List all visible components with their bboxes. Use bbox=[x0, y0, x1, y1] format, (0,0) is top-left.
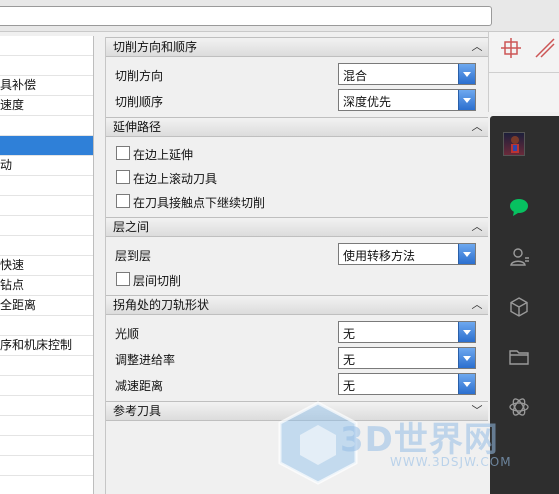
checkbox-label: 在边上延伸 bbox=[133, 148, 194, 162]
section-header-between-levels[interactable]: 层之间 ︿ bbox=[106, 217, 488, 237]
dropdown-arrow-icon[interactable] bbox=[458, 64, 475, 84]
section-body-cut-direction: 切削方向 混合 切削顺序 深度优先 bbox=[106, 57, 488, 117]
checkbox-box[interactable] bbox=[116, 146, 130, 160]
tree-row[interactable] bbox=[0, 176, 93, 196]
checkbox-label: 在边上滚动刀具 bbox=[133, 172, 218, 186]
viewport-toolbar bbox=[488, 32, 559, 112]
cut-direction-select[interactable]: 混合 bbox=[338, 63, 476, 85]
dropdown-arrow-icon[interactable] bbox=[458, 374, 475, 394]
folder-icon[interactable] bbox=[508, 346, 530, 368]
dropdown-arrow-icon[interactable] bbox=[458, 244, 475, 264]
feed-rate-select[interactable]: 无 bbox=[338, 347, 476, 369]
section-title: 拐角处的刀轨形状 bbox=[113, 298, 210, 312]
continue-cut-below-contact-checkbox[interactable]: 在刀具接触点下继续切削 bbox=[106, 189, 488, 213]
slowdown-label: 减速距离 bbox=[115, 379, 164, 393]
smooth-label: 光顺 bbox=[115, 327, 140, 341]
level-to-level-select[interactable]: 使用转移方法 bbox=[338, 243, 476, 265]
tree-row[interactable] bbox=[0, 116, 93, 136]
tree-row[interactable] bbox=[0, 416, 93, 436]
cut-order-row: 切削顺序 深度优先 bbox=[106, 87, 488, 113]
tree-row[interactable] bbox=[0, 316, 93, 336]
section-header-extend-path[interactable]: 延伸路径 ︿ bbox=[106, 117, 488, 137]
tree-row[interactable] bbox=[0, 456, 93, 476]
section-body-corner-shape: 光顺 无 调整进给率 无 减速距离 无 bbox=[106, 315, 488, 401]
tree-row[interactable] bbox=[0, 216, 93, 236]
tree-row[interactable]: 序和机床控制 bbox=[0, 336, 93, 356]
line-icon[interactable] bbox=[533, 36, 557, 60]
select-value: 无 bbox=[343, 327, 356, 341]
tree-row[interactable] bbox=[0, 36, 93, 56]
tree-row[interactable] bbox=[0, 56, 93, 76]
feed-rate-row: 调整进给率 无 bbox=[106, 345, 488, 371]
section-header-cut-direction[interactable]: 切削方向和顺序 ︿ bbox=[106, 37, 488, 57]
tree-row[interactable]: 钻点 bbox=[0, 276, 93, 296]
feed-rate-label: 调整进给率 bbox=[115, 353, 176, 367]
top-bar bbox=[0, 0, 559, 32]
dropdown-arrow-icon[interactable] bbox=[458, 322, 475, 342]
collapse-icon[interactable]: ︿ bbox=[469, 297, 485, 313]
cut-order-select[interactable]: 深度优先 bbox=[338, 89, 476, 111]
select-value: 无 bbox=[343, 379, 356, 393]
interlevel-cut-checkbox[interactable]: 层间切削 bbox=[106, 267, 488, 291]
dropdown-arrow-icon[interactable] bbox=[458, 348, 475, 368]
tree-row[interactable] bbox=[0, 136, 93, 156]
select-value: 混合 bbox=[343, 69, 368, 83]
tree-row[interactable] bbox=[0, 236, 93, 256]
section-header-corner-shape[interactable]: 拐角处的刀轨形状 ︿ bbox=[106, 295, 488, 315]
cut-direction-label: 切削方向 bbox=[115, 69, 164, 83]
tree-row[interactable]: 动 bbox=[0, 156, 93, 176]
smooth-row: 光顺 无 bbox=[106, 319, 488, 345]
slowdown-select[interactable]: 无 bbox=[338, 373, 476, 395]
tree-row[interactable] bbox=[0, 436, 93, 456]
dropdown-arrow-icon[interactable] bbox=[458, 90, 475, 110]
checkbox-box[interactable] bbox=[116, 194, 130, 208]
collapse-icon[interactable]: ︿ bbox=[469, 39, 485, 55]
tree-row[interactable] bbox=[0, 196, 93, 216]
tree-row[interactable]: 全距离 bbox=[0, 296, 93, 316]
checkbox-label: 层间切削 bbox=[133, 274, 182, 288]
checkbox-box[interactable] bbox=[116, 170, 130, 184]
section-title: 切削方向和顺序 bbox=[113, 40, 198, 54]
contacts-icon[interactable] bbox=[508, 246, 530, 268]
grid-icon[interactable] bbox=[499, 36, 523, 60]
chat-sidebar bbox=[490, 116, 559, 494]
checkbox-label: 在刀具接触点下继续切削 bbox=[133, 196, 266, 210]
slowdown-row: 减速距离 无 bbox=[106, 371, 488, 397]
tree-row[interactable]: 速度 bbox=[0, 96, 93, 116]
tree-row[interactable] bbox=[0, 356, 93, 376]
select-value: 使用转移方法 bbox=[343, 249, 416, 263]
smooth-select[interactable]: 无 bbox=[338, 321, 476, 343]
section-title: 延伸路径 bbox=[113, 120, 162, 134]
cube-icon[interactable] bbox=[508, 296, 530, 318]
watermark-url: WWW.3DSJW.COM bbox=[390, 455, 512, 469]
level-to-level-label: 层到层 bbox=[115, 249, 152, 263]
cut-order-label: 切削顺序 bbox=[115, 95, 164, 109]
level-to-level-row: 层到层 使用转移方法 bbox=[106, 241, 488, 267]
tree-row[interactable] bbox=[0, 396, 93, 416]
section-title: 层之间 bbox=[113, 220, 150, 234]
tree-row[interactable]: 具补偿 bbox=[0, 76, 93, 96]
collapse-icon[interactable]: ︿ bbox=[469, 119, 485, 135]
section-body-between-levels: 层到层 使用转移方法 层间切削 bbox=[106, 237, 488, 295]
select-value: 无 bbox=[343, 353, 356, 367]
collapse-icon[interactable]: ︿ bbox=[469, 219, 485, 235]
chat-bubble-icon[interactable] bbox=[508, 196, 530, 218]
section-title: 参考刀具 bbox=[113, 404, 162, 418]
cut-direction-row: 切削方向 混合 bbox=[106, 61, 488, 87]
avatar[interactable] bbox=[503, 132, 525, 156]
character-icon bbox=[511, 136, 519, 153]
search-field[interactable] bbox=[0, 6, 492, 26]
tree-row[interactable] bbox=[0, 376, 93, 396]
splitter[interactable] bbox=[94, 32, 105, 494]
select-value: 深度优先 bbox=[343, 95, 392, 109]
extend-on-edge-checkbox[interactable]: 在边上延伸 bbox=[106, 141, 488, 165]
tree-row[interactable]: 快速 bbox=[0, 256, 93, 276]
atom-icon[interactable] bbox=[508, 396, 530, 418]
operation-tree: 具补偿 速度动快速 钻点 全距离序和机床控制 bbox=[0, 36, 94, 494]
watermark-text: 3D世界网 bbox=[340, 420, 499, 460]
divider bbox=[489, 72, 559, 73]
checkbox-box[interactable] bbox=[116, 272, 130, 286]
roll-tool-on-edge-checkbox[interactable]: 在边上滚动刀具 bbox=[106, 165, 488, 189]
section-body-extend-path: 在边上延伸 在边上滚动刀具 在刀具接触点下继续切削 bbox=[106, 137, 488, 217]
